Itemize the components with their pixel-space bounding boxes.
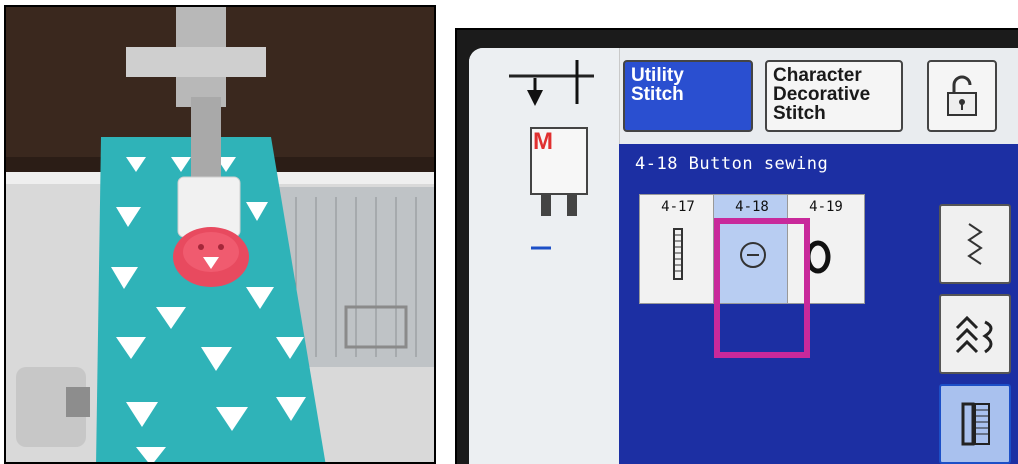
- buttonhole-category-button[interactable]: [939, 384, 1011, 464]
- lock-button[interactable]: [927, 60, 997, 132]
- machine-lcd-screen: M Utility Stitch Character Decorative St…: [469, 48, 1018, 464]
- tab-utility-stitch[interactable]: Utility Stitch: [623, 60, 753, 132]
- tab-character-decorative-stitch[interactable]: Character Decorative Stitch: [765, 60, 903, 132]
- panel-title: 4-18 Button sewing: [635, 154, 829, 174]
- buttonhole-icon: [961, 402, 990, 446]
- chevron-stitch-icon: [955, 315, 993, 354]
- lcd-screen-photo: M Utility Stitch Character Decorative St…: [455, 28, 1018, 464]
- straight-satin-stitch-icon: [673, 228, 683, 280]
- zigzag-icon: [967, 223, 983, 265]
- tab-utility-label-line1: Utility: [631, 65, 684, 86]
- tab-character-label-line3: Stitch: [773, 103, 826, 124]
- tab-character-label-line2: Decorative: [773, 84, 871, 105]
- unlock-icon: [947, 75, 977, 116]
- presser-foot-code: M: [533, 128, 553, 155]
- stitch-card-4-17[interactable]: 4-17: [639, 194, 717, 304]
- decorative-stitch-button[interactable]: [939, 294, 1011, 374]
- tab-utility-label-line2: Stitch: [631, 84, 684, 105]
- status-column: M: [469, 48, 620, 464]
- sewing-machine-photo: [4, 5, 436, 464]
- zigzag-stitch-button[interactable]: [939, 204, 1011, 284]
- needle-position-icon: [509, 60, 594, 250]
- sewing-scene-illustration: [6, 7, 434, 462]
- stitch-selection-panel: 4-18 Button sewing 4-17 4-18 4-19: [619, 144, 1018, 464]
- tab-character-label-line1: Character: [773, 65, 862, 86]
- highlight-annotation-box: [714, 218, 810, 358]
